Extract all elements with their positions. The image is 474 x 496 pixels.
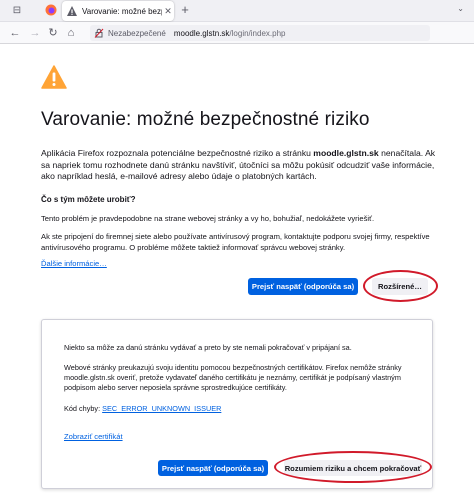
chevron-down-icon[interactable]: ⌄: [457, 4, 464, 13]
info-paragraph: Tento problém je pravdepodobne na strane…: [41, 214, 375, 223]
url-path: /login/index.php: [229, 28, 286, 38]
go-back-button[interactable]: Prejsť naspäť (odporúča sa): [248, 278, 358, 295]
view-certificate-link[interactable]: Zobraziť certifikát: [64, 432, 123, 441]
forward-icon[interactable]: →: [28, 26, 42, 40]
accept-risk-button[interactable]: Rozumiem riziku a chcem pokračovať: [284, 460, 422, 476]
home-icon[interactable]: ⌂: [64, 26, 78, 40]
insecure-lock-icon[interactable]: [94, 28, 104, 38]
intro-text-part: Aplikácia Firefox rozpoznala potenciálne…: [41, 148, 314, 158]
what-can-you-do-heading: Čo s tým môžete urobiť?: [41, 195, 136, 204]
learn-more-link[interactable]: Ďalšie informácie…: [41, 259, 107, 268]
intro-host: moodle.glstn.sk: [313, 148, 379, 158]
back-icon[interactable]: ←: [8, 26, 22, 40]
tab-bar: ⊟ Varovanie: možné bezpečnostné riziko ✕…: [0, 0, 474, 22]
advanced-explanation-text: Webové stránky preukazujú svoju identitu…: [64, 363, 402, 392]
info-paragraph: Ak ste pripojení do firemnej siete alebo…: [41, 232, 430, 252]
error-code-link[interactable]: SEC_ERROR_UNKNOWN_ISSUER: [102, 404, 221, 413]
page-title: Varovanie: možné bezpečnostné riziko: [41, 109, 370, 130]
warning-icon: [67, 6, 77, 16]
reload-icon[interactable]: ↻: [46, 26, 60, 40]
navigation-bar: ← → ↻ ⌂ Nezabezpečené moodle.glstn.sk/lo…: [0, 22, 474, 44]
tab-title: Varovanie: možné bezpečnostné riziko: [82, 6, 162, 16]
advanced-button[interactable]: Rozšírené…: [372, 278, 428, 295]
advanced-warning-text: Niekto sa môže za danú stránku vydávať a…: [64, 343, 352, 352]
tab-list-icon[interactable]: ⊟: [10, 4, 24, 18]
close-tab-icon[interactable]: ✕: [162, 6, 174, 17]
url-host: moodle.glstn.sk: [173, 28, 230, 38]
new-tab-icon[interactable]: +: [178, 3, 192, 17]
go-back-button-secondary[interactable]: Prejsť naspäť (odporúča sa): [158, 460, 268, 476]
tab-active[interactable]: Varovanie: možné bezpečnostné riziko ✕: [62, 1, 174, 21]
security-label: Nezabezpečené: [108, 28, 166, 38]
advanced-panel: Niekto sa môže za danú stránku vydávať a…: [41, 319, 433, 489]
intro-text: Aplikácia Firefox rozpoznala potenciálne…: [41, 148, 441, 183]
error-page: Varovanie: možné bezpečnostné riziko Apl…: [0, 45, 474, 496]
error-code-line: Kód chyby: SEC_ERROR_UNKNOWN_ISSUER: [64, 404, 414, 414]
url-bar[interactable]: Nezabezpečené moodle.glstn.sk/login/inde…: [90, 25, 430, 41]
warning-icon: [41, 65, 67, 89]
error-code-label: Kód chyby:: [64, 404, 103, 413]
firefox-icon[interactable]: [44, 4, 58, 18]
